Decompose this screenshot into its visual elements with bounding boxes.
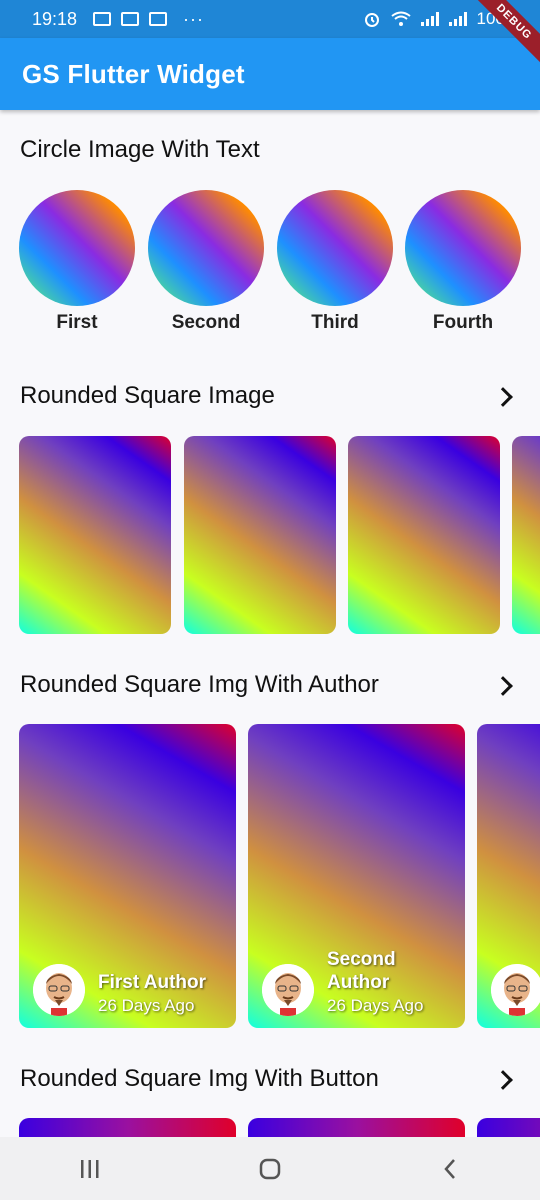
author-name: Second Author bbox=[327, 949, 396, 993]
avatar-face-icon bbox=[491, 964, 540, 1016]
circle-item[interactable]: First bbox=[19, 190, 135, 334]
author-time: 26 Days Ago bbox=[327, 996, 424, 1015]
author-card-row[interactable]: First Author 26 Days Ago Second Author 2… bbox=[19, 724, 540, 1028]
alarm-icon bbox=[364, 13, 379, 27]
home-button[interactable] bbox=[250, 1149, 290, 1189]
avatar-face-icon bbox=[262, 964, 314, 1016]
app-bar: GS Flutter Widget bbox=[0, 38, 540, 110]
circle-image[interactable] bbox=[277, 190, 393, 306]
author-avatar bbox=[491, 964, 540, 1016]
rounded-square-image[interactable] bbox=[348, 436, 500, 634]
chevron-right-icon[interactable] bbox=[493, 1070, 513, 1090]
author-name: First Author bbox=[98, 972, 207, 993]
author-avatar bbox=[33, 964, 85, 1016]
circle-image[interactable] bbox=[148, 190, 264, 306]
author-card[interactable] bbox=[477, 724, 540, 1028]
signal-1-icon bbox=[420, 12, 439, 26]
rounded-square-row[interactable] bbox=[19, 436, 540, 634]
circle-label: Fourth bbox=[432, 312, 494, 333]
back-button[interactable] bbox=[430, 1149, 470, 1189]
circle-item[interactable]: Fourth bbox=[405, 190, 521, 334]
status-left: 19:18 ··· bbox=[32, 9, 204, 30]
wifi-icon bbox=[390, 11, 411, 26]
author-section-title: Rounded Square Img With Author bbox=[20, 671, 379, 698]
more-notifications-icon: ··· bbox=[183, 8, 205, 29]
circle-item[interactable]: Third bbox=[277, 190, 393, 334]
circle-label: First bbox=[56, 312, 98, 333]
author-time: 26 Days Ago bbox=[98, 996, 195, 1015]
circle-section-title: Circle Image With Text bbox=[20, 136, 260, 163]
chevron-right-icon[interactable] bbox=[493, 387, 513, 407]
status-time: 19:18 bbox=[32, 8, 78, 29]
chevron-right-icon[interactable] bbox=[493, 676, 513, 696]
image-icon bbox=[121, 12, 140, 26]
recent-apps-button[interactable] bbox=[70, 1149, 110, 1189]
circle-row[interactable]: First Second Third Fourth bbox=[19, 190, 540, 340]
author-card[interactable]: First Author 26 Days Ago bbox=[19, 724, 236, 1028]
circle-image[interactable] bbox=[405, 190, 521, 306]
circle-label: Third bbox=[311, 312, 359, 333]
author-avatar bbox=[262, 964, 314, 1016]
circle-label: Second bbox=[171, 312, 241, 333]
author-card[interactable]: Second Author 26 Days Ago bbox=[248, 724, 465, 1028]
rounded-square-image[interactable] bbox=[184, 436, 336, 634]
navigation-bar bbox=[0, 1137, 540, 1200]
laptop-icon bbox=[93, 12, 112, 26]
rounded-square-section-title: Rounded Square Image bbox=[20, 382, 275, 409]
circle-image[interactable] bbox=[19, 190, 135, 306]
avatar-face-icon bbox=[33, 964, 85, 1016]
status-bar: 19:18 ··· 100% bbox=[0, 0, 540, 38]
circle-item[interactable]: Second bbox=[148, 190, 264, 334]
rounded-square-image[interactable] bbox=[19, 436, 171, 634]
home-icon bbox=[259, 1158, 281, 1179]
signal-2-icon bbox=[448, 12, 467, 26]
button-section-title: Rounded Square Img With Button bbox=[20, 1065, 379, 1092]
notification-icon bbox=[149, 12, 168, 26]
recent-apps-icon bbox=[81, 1159, 99, 1178]
app-title: GS Flutter Widget bbox=[22, 58, 245, 89]
back-icon bbox=[444, 1158, 455, 1179]
rounded-square-image[interactable] bbox=[512, 436, 540, 634]
